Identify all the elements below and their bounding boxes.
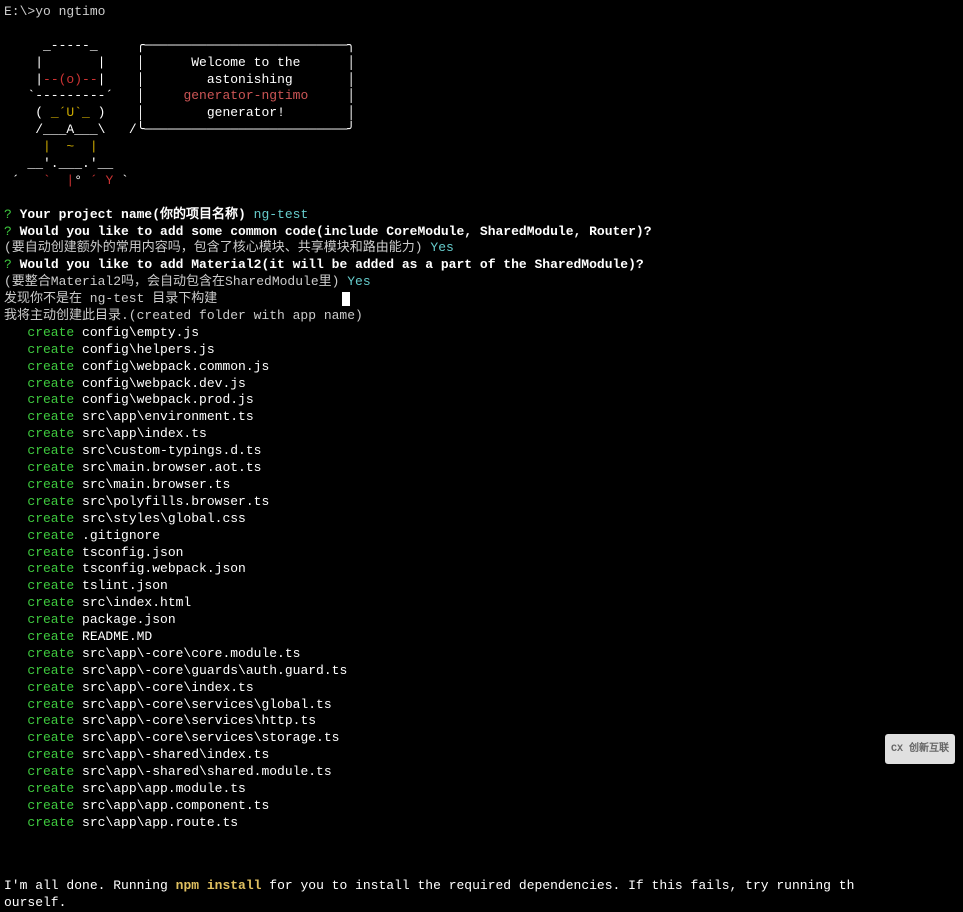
file-row: create tsconfig.json	[4, 545, 959, 562]
file-row: create src\index.html	[4, 595, 959, 612]
file-row: create README.MD	[4, 629, 959, 646]
file-row: create src\app\app.component.ts	[4, 798, 959, 815]
file-row: create src\app\-core\core.module.ts	[4, 646, 959, 663]
file-row: create tsconfig.webpack.json	[4, 561, 959, 578]
prompt-material2: ? Would you like to add Material2(it wil…	[4, 257, 959, 274]
created-files-list: create config\empty.jscreate config\help…	[4, 325, 959, 832]
file-row: create src\app\environment.ts	[4, 409, 959, 426]
yeoman-ascii-art: _-----_ ╭──────────────────────────╮ | |…	[4, 38, 959, 190]
file-row: create config\helpers.js	[4, 342, 959, 359]
file-row: create src\app\-core\services\http.ts	[4, 713, 959, 730]
file-row: create tslint.json	[4, 578, 959, 595]
file-row: create src\app\app.module.ts	[4, 781, 959, 798]
file-row: create src\polyfills.browser.ts	[4, 494, 959, 511]
prompt-common-code: ? Would you like to add some common code…	[4, 224, 959, 241]
cursor-icon	[342, 292, 350, 306]
file-row: create src\app\-core\index.ts	[4, 680, 959, 697]
notice-not-in-dir: 发现你不是在 ng-test 目录下构建	[4, 291, 959, 308]
file-row: create config\webpack.prod.js	[4, 392, 959, 409]
prompt-project-name: ? Your project name(你的项目名称) ng-test	[4, 207, 959, 224]
file-row: create config\empty.js	[4, 325, 959, 342]
file-row: create src\app\-core\services\storage.ts	[4, 730, 959, 747]
notice-create-dir: 我将主动创建此目录.(created folder with app name)	[4, 308, 959, 325]
file-row: create src\main.browser.ts	[4, 477, 959, 494]
file-row: create src\app\-core\services\global.ts	[4, 697, 959, 714]
file-row: create src\main.browser.aot.ts	[4, 460, 959, 477]
file-row: create package.json	[4, 612, 959, 629]
command-prompt: E:\>yo ngtimo	[4, 4, 959, 21]
file-row: create src\custom-typings.d.ts	[4, 443, 959, 460]
file-row: create src\app\-shared\index.ts	[4, 747, 959, 764]
file-row: create src\app\index.ts	[4, 426, 959, 443]
prompt-material2-sub: (要整合Material2吗，会自动包含在SharedModule里) Yes	[4, 274, 959, 291]
file-row: create src\app\app.route.ts	[4, 815, 959, 832]
file-row: create config\webpack.common.js	[4, 359, 959, 376]
file-row: create .gitignore	[4, 528, 959, 545]
file-row: create src\styles\global.css	[4, 511, 959, 528]
file-row: create src\app\-core\guards\auth.guard.t…	[4, 663, 959, 680]
final-message-line2: ourself.	[4, 895, 959, 912]
prompt-common-code-sub: (要自动创建额外的常用内容吗，包含了核心模块、共享模块和路由能力) Yes	[4, 240, 959, 257]
watermark-logo: CX 创新互联	[885, 734, 955, 764]
file-row: create config\webpack.dev.js	[4, 376, 959, 393]
file-row: create src\app\-shared\shared.module.ts	[4, 764, 959, 781]
final-message-line1: I'm all done. Running npm install for yo…	[4, 878, 959, 895]
